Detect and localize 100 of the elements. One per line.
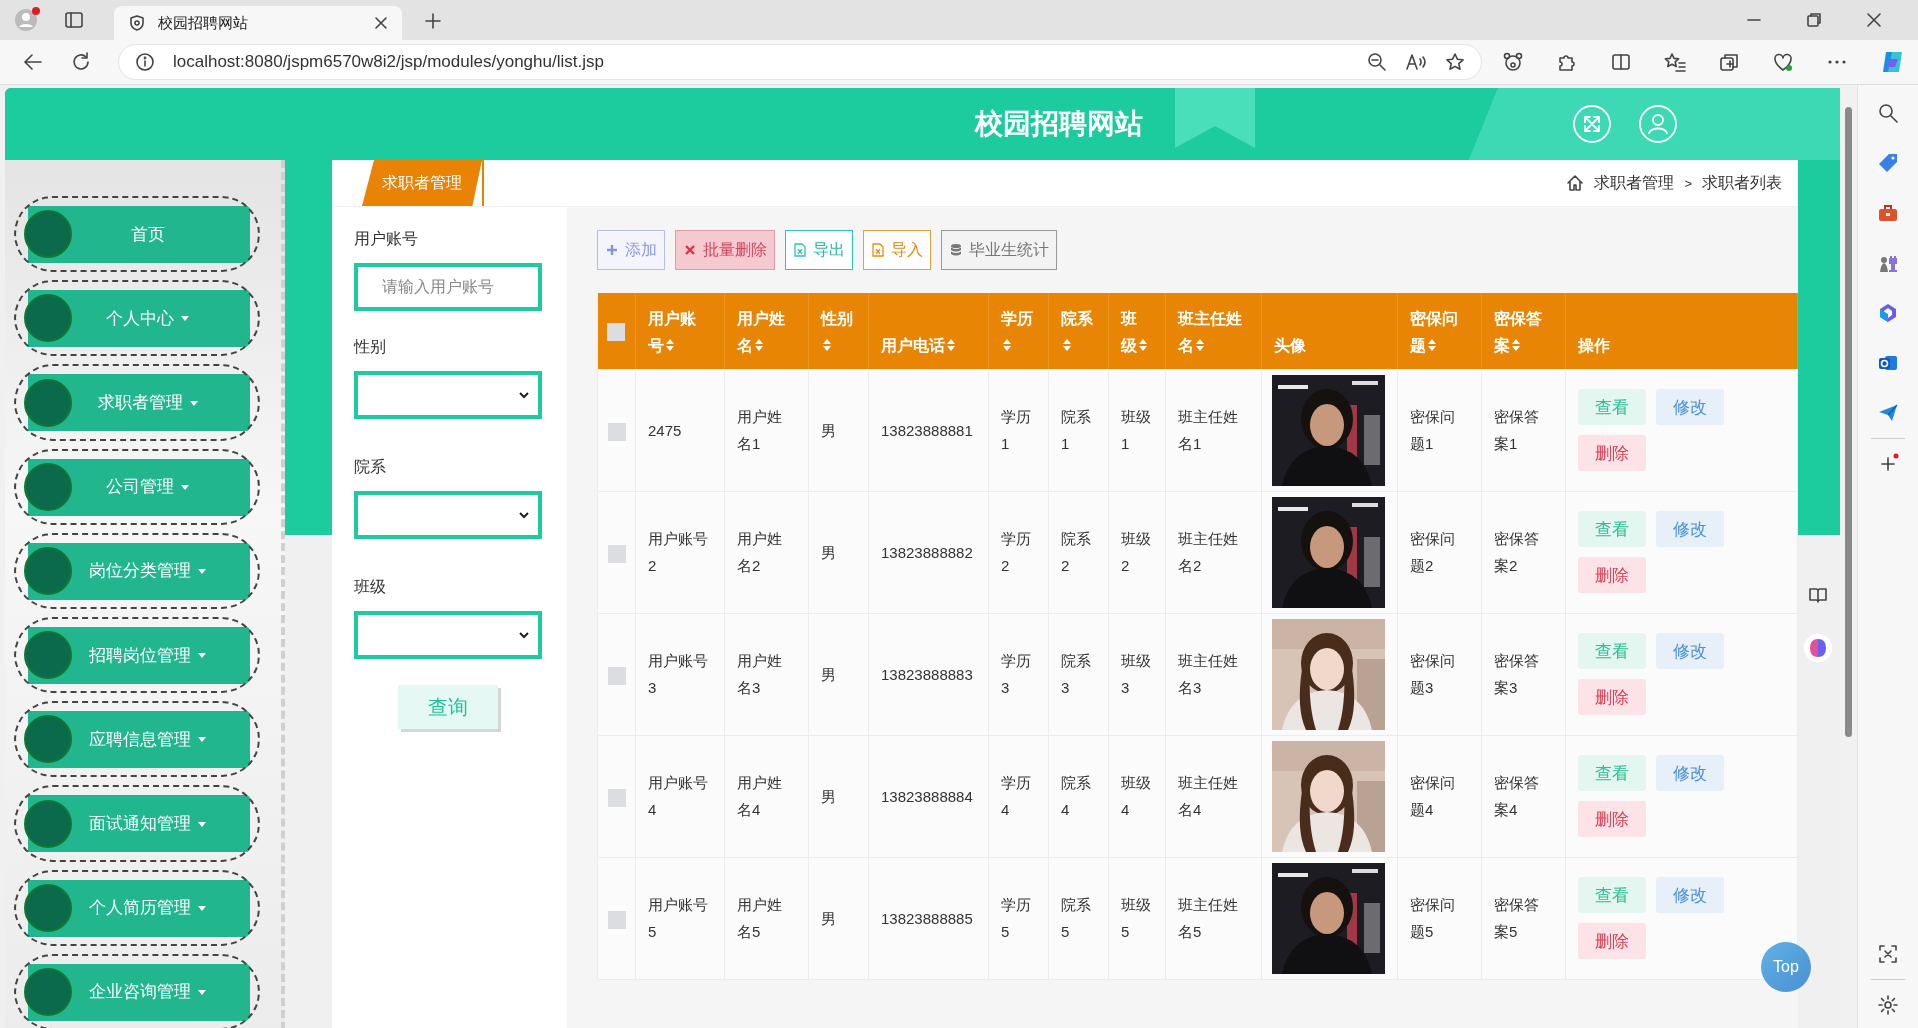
info-icon[interactable]: [135, 52, 155, 72]
select-field[interactable]: [354, 371, 542, 419]
sidebar-item[interactable]: 面试通知管理: [14, 785, 260, 862]
sidebar-item[interactable]: 岗位分类管理: [14, 532, 260, 609]
close-icon[interactable]: [374, 16, 388, 30]
browser-tab[interactable]: 校园招聘网站: [114, 6, 402, 40]
edit-button[interactable]: 修改: [1656, 389, 1724, 425]
bear-icon[interactable]: [1502, 51, 1524, 73]
back-icon[interactable]: [22, 51, 44, 73]
filter-label: 院系: [354, 457, 387, 477]
search-button[interactable]: 查询: [398, 685, 498, 729]
reload-icon[interactable]: [70, 51, 92, 73]
table-cell: 班级2: [1121, 530, 1151, 574]
address-bar[interactable]: localhost:8080/jspm6570w8i2/jsp/modules/yonghu/list.jsp: [118, 44, 1482, 80]
sidebar-item[interactable]: 个人简历管理: [14, 869, 260, 946]
filter-label: 班级: [354, 577, 387, 597]
view-button[interactable]: 查看: [1578, 877, 1646, 913]
delete-button[interactable]: 删除: [1578, 435, 1646, 471]
sort-icon[interactable]: [1427, 337, 1437, 352]
favorites-icon[interactable]: [1664, 51, 1686, 73]
select-field[interactable]: [354, 611, 542, 659]
profile-icon[interactable]: [14, 6, 42, 34]
sidebar-item[interactable]: 企业咨询管理: [14, 953, 260, 1028]
edit-button[interactable]: 修改: [1656, 877, 1724, 913]
view-button[interactable]: 查看: [1578, 389, 1646, 425]
view-button[interactable]: 查看: [1578, 633, 1646, 669]
table-cell: 班主任姓名3: [1178, 652, 1238, 696]
breadcrumb-separator: >: [1684, 175, 1692, 191]
heart-icon[interactable]: [1772, 51, 1794, 73]
star-icon[interactable]: [1445, 52, 1465, 72]
search-icon[interactable]: [1877, 102, 1899, 124]
sidebar-item[interactable]: 招聘岗位管理: [14, 617, 260, 694]
checkbox[interactable]: [607, 666, 626, 685]
table-cell: 用户姓名1: [737, 408, 782, 452]
table-cell: 密保问题4: [1410, 774, 1455, 818]
import-button[interactable]: 导入: [863, 230, 931, 270]
sort-icon[interactable]: [1002, 337, 1012, 352]
tab-actions-icon[interactable]: [64, 10, 84, 30]
sidebar-item[interactable]: 首页: [14, 196, 260, 273]
briefcase-icon[interactable]: [1877, 202, 1899, 224]
read-aloud-icon[interactable]: [1405, 52, 1427, 72]
plus-icon: [605, 243, 619, 257]
database-icon: [949, 243, 963, 257]
caret-icon: [197, 903, 207, 912]
breadcrumb-item[interactable]: 求职者列表: [1702, 172, 1782, 194]
breadcrumb-item[interactable]: 求职者管理: [1594, 172, 1675, 194]
edit-button[interactable]: 修改: [1656, 511, 1724, 547]
table-cell: 班级4: [1121, 774, 1151, 818]
close-icon[interactable]: [1866, 12, 1882, 28]
view-button[interactable]: 查看: [1578, 755, 1646, 791]
sidebar-item[interactable]: 应聘信息管理: [14, 701, 260, 778]
split-screen-icon[interactable]: [1610, 51, 1632, 73]
collections-icon[interactable]: [1718, 51, 1740, 73]
select-field[interactable]: [354, 491, 542, 539]
sidebar-item[interactable]: 求职者管理: [14, 364, 260, 441]
circle-icon: [24, 462, 72, 511]
tab[interactable]: 求职者管理: [362, 160, 482, 206]
sort-icon[interactable]: [1062, 337, 1072, 352]
edit-button[interactable]: 修改: [1656, 755, 1724, 791]
export-button[interactable]: 导出: [785, 230, 853, 270]
search-field[interactable]: 请输入用户账号: [354, 263, 542, 311]
sort-icon[interactable]: [665, 337, 675, 352]
view-button[interactable]: 查看: [1578, 511, 1646, 547]
settings-icon[interactable]: [1877, 994, 1899, 1016]
scrollbar[interactable]: [1840, 85, 1857, 1028]
delete-button[interactable]: 删除: [1578, 679, 1646, 715]
checkbox[interactable]: [607, 323, 626, 341]
statistics-button[interactable]: 毕业生统计: [941, 230, 1057, 270]
sort-icon[interactable]: [1195, 337, 1205, 352]
office-icon[interactable]: [1877, 302, 1899, 324]
chevron-down-icon: [518, 631, 530, 639]
screenshot-icon[interactable]: [1877, 943, 1899, 965]
delete-button[interactable]: 删除: [1578, 801, 1646, 837]
sort-icon[interactable]: [1138, 337, 1148, 352]
plus-icon[interactable]: [424, 12, 442, 30]
caret-icon: [180, 314, 190, 323]
table-cell: 13823888885: [881, 909, 973, 927]
checkbox[interactable]: [607, 422, 626, 441]
brain-icon[interactable]: [1803, 633, 1833, 663]
book-icon[interactable]: [1808, 585, 1828, 605]
batch-delete-button[interactable]: 批量删除: [675, 230, 775, 270]
checkbox[interactable]: [607, 544, 626, 563]
sort-icon[interactable]: [754, 337, 764, 352]
sort-icon[interactable]: [1511, 337, 1521, 352]
sort-icon[interactable]: [946, 337, 956, 352]
tag-icon[interactable]: [1877, 152, 1899, 174]
sidebar-item[interactable]: 个人中心: [14, 280, 260, 357]
edit-button[interactable]: 修改: [1656, 633, 1724, 669]
sidebar-item[interactable]: 公司管理: [14, 448, 260, 525]
delete-button[interactable]: 删除: [1578, 557, 1646, 593]
delete-button[interactable]: 删除: [1578, 923, 1646, 959]
sort-icon[interactable]: [822, 337, 832, 352]
checkbox[interactable]: [607, 788, 626, 807]
circle-icon: [24, 631, 72, 680]
checkbox[interactable]: [607, 910, 626, 929]
restore-icon[interactable]: [1806, 12, 1822, 28]
add-button[interactable]: 添加: [597, 230, 665, 270]
zoom-out-icon[interactable]: [1367, 52, 1387, 72]
table-cell: 用户账号5: [648, 896, 708, 940]
home-icon[interactable]: [1566, 174, 1585, 192]
